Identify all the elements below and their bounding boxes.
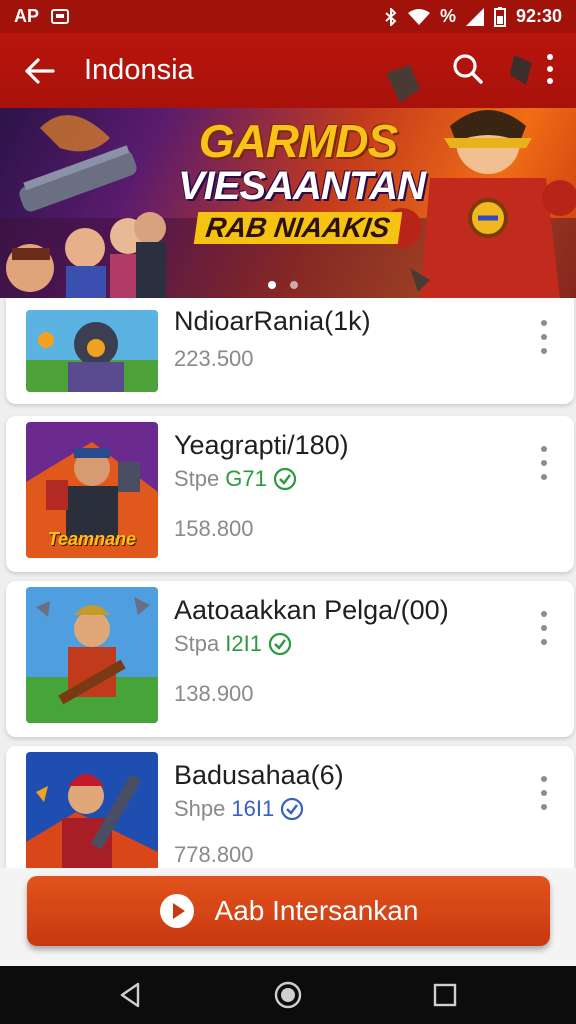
nav-recents-icon[interactable] [430,980,460,1010]
system-nav-bar [0,966,576,1024]
product-thumbnail [26,310,158,392]
more-vert-icon[interactable] [542,51,558,87]
carousel-dot[interactable] [290,281,298,289]
item-subtitle: Stpa I2I1 [174,631,292,657]
thumbnail-label: Teamnane [47,529,137,549]
battery-icon [493,6,506,27]
status-bar: AP % 92:30 [0,0,576,33]
back-arrow-icon[interactable] [18,49,62,93]
item-subtitle: Stpe G71 [174,466,297,492]
nav-home-icon[interactable] [273,980,303,1010]
page-title: Indonsia [84,54,194,86]
promo-banner[interactable]: GARMDS VIESAANTAN RAB NIAAKIS [0,108,576,298]
carrier-label: AP [14,6,40,26]
item-seller-code: G71 [225,466,267,491]
carousel-dot[interactable] [268,281,276,289]
item-title: NdioarRania(1k) [174,306,371,336]
check-badge-icon [281,797,304,821]
item-subtitle: Shpe 16I1 [174,796,304,822]
app-bar: Indonsia [0,33,576,108]
wifi-icon [407,8,430,25]
nav-back-icon[interactable] [116,980,146,1010]
product-thumbnail: Teamnane [26,422,158,558]
cell-signal-icon [465,7,484,26]
banner-line-1: GARMDS [198,115,398,167]
item-seller: Stpe [174,466,220,491]
list-item[interactable]: NdioarRania(1k) 223.500 [6,298,574,404]
product-thumbnail [26,752,158,868]
bluetooth-icon [385,7,397,26]
item-more-icon[interactable] [538,320,550,354]
banner-title: GARMDS VIESAANTAN RAB NIAAKIS [178,115,426,244]
check-badge-icon [273,467,296,491]
item-more-icon[interactable] [538,446,550,480]
item-price: 138.900 [174,681,254,706]
item-more-icon[interactable] [538,611,550,645]
item-title: Aatoaakkan Pelga/(00) [174,595,449,625]
list-item[interactable]: Teamnane Yeagrapti/180) Stpe G71 158.800 [6,416,574,572]
decorative-rock [386,65,420,103]
item-title: Badusahaa(6) [174,760,344,790]
cta-container: Aab Intersankan [0,868,576,966]
check-badge-icon [268,632,292,656]
primary-action-label: Aab Intersankan [214,895,419,926]
item-seller-code: I2I1 [225,631,262,656]
banner-line-3: RAB NIAAKIS [193,212,403,244]
carousel-indicator [268,281,298,289]
decorative-rock [510,55,532,85]
list-item[interactable]: Aatoaakkan Pelga/(00) Stpa I2I1 138.900 [6,581,574,737]
primary-action-button[interactable]: Aab Intersankan [27,876,550,946]
item-price: 158.800 [174,516,254,541]
item-price: 223.500 [174,346,254,371]
play-icon [159,894,194,928]
list-item[interactable]: Badusahaa(6) Shpe 16I1 778.800 [6,746,574,868]
item-seller: Shpe [174,796,226,821]
item-title: Yeagrapti/180) [174,430,349,460]
product-list: NdioarRania(1k) 223.500 Teamnane Yeagrap… [0,298,576,868]
clock: 92:30 [515,6,562,26]
banner-line-2: VIESAANTAN [178,164,426,208]
signal-percent: % [439,6,456,26]
item-more-icon[interactable] [538,776,550,810]
item-seller-code: 16I1 [231,796,275,821]
notification-icon [51,9,70,24]
search-icon[interactable] [448,49,488,89]
item-price: 778.800 [174,842,254,867]
product-thumbnail [26,587,158,723]
item-seller: Stpa [174,631,220,656]
